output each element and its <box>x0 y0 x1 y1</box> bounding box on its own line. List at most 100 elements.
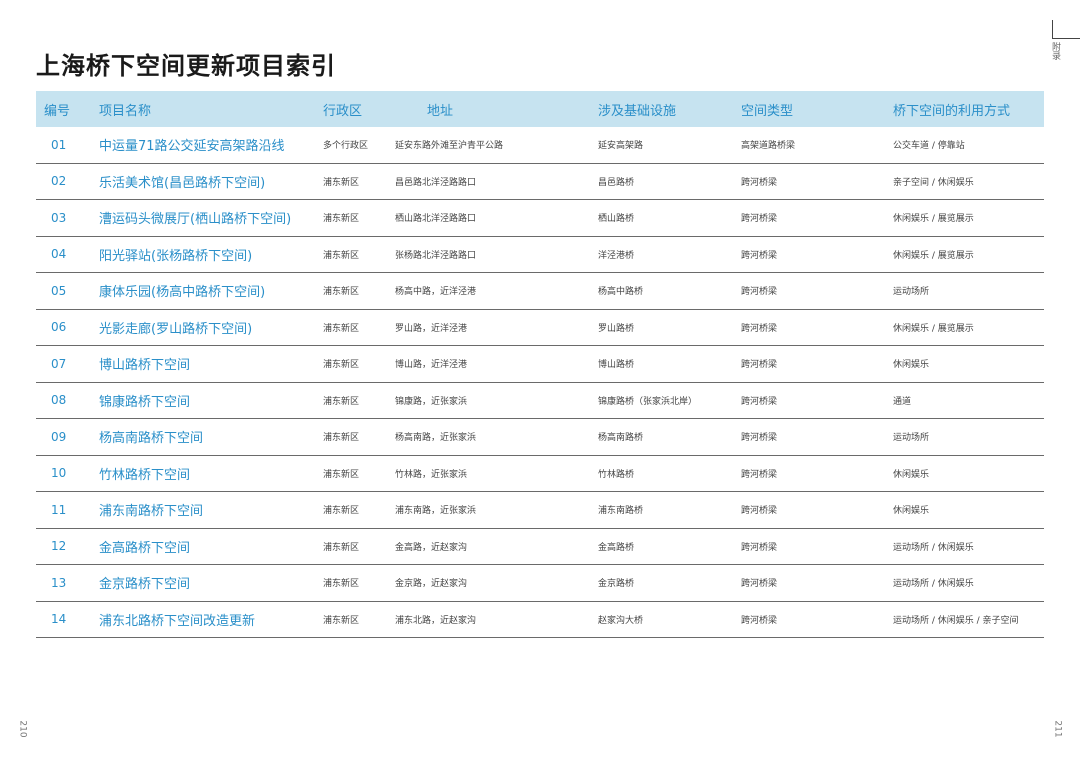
table-row: 09 杨高南路桥下空间 浦东新区 杨高南路，近张家浜 杨高南路桥 跨河桥梁 运动场所 <box>36 418 1044 456</box>
cell-number: 12 <box>36 528 91 565</box>
cell-project-name: 康体乐园(杨高中路桥下空间) <box>91 272 315 310</box>
section-side-label: 附录 <box>1050 42 1060 60</box>
cell-number: 03 <box>36 199 91 237</box>
cell-project-name: 阳光驿站(张杨路桥下空间) <box>91 236 315 273</box>
cell-number: 07 <box>36 345 91 383</box>
table-row: 03 漕运码头微展厅(栖山路桥下空间) 浦东新区 栖山路北洋泾路路口 栖山路桥 跨河桥梁休… <box>36 199 1044 237</box>
cell-usage: 休闲娱乐 <box>885 491 1044 529</box>
cell-space-type: 跨河桥梁 <box>733 491 885 529</box>
project-index-table: 编号 项目名称 行政区 地址 涉及基础设施 空间类型 桥下空间的利用方式 01 中… <box>36 91 1044 638</box>
cell-infrastructure: 栖山路桥 <box>590 199 733 237</box>
cell-number: 08 <box>36 382 91 419</box>
page-number-left: 210 <box>17 720 28 738</box>
cell-space-type: 跨河桥梁 <box>733 382 885 419</box>
cell-address: 杨高南路，近张家浜 <box>387 418 590 456</box>
cell-district: 浦东新区 <box>315 382 387 419</box>
table-row: 14 浦东北路桥下空间改造更新 浦东新区 浦东北路，近赵家沟 赵家沟大桥 跨河桥梁 运动场所… <box>36 601 1044 638</box>
header-district: 行政区 <box>315 91 387 127</box>
header-infrastructure: 涉及基础设施 <box>590 91 733 127</box>
cell-number: 10 <box>36 455 91 492</box>
cell-district: 浦东新区 <box>315 528 387 565</box>
cell-address: 栖山路北洋泾路路口 <box>387 199 590 237</box>
cell-address: 金京路，近赵家沟 <box>387 564 590 602</box>
cell-project-name: 竹林路桥下空间 <box>91 455 315 492</box>
cell-address: 浦东北路，近赵家沟 <box>387 601 590 638</box>
cell-usage: 休闲娱乐 <box>885 455 1044 492</box>
cell-infrastructure: 赵家沟大桥 <box>590 601 733 638</box>
cell-infrastructure: 昌邑路桥 <box>590 163 733 200</box>
cell-district: 浦东新区 <box>315 272 387 310</box>
cell-usage: 运动场所 / 休闲娱乐 <box>885 528 1044 565</box>
cell-infrastructure: 浦东南路桥 <box>590 491 733 529</box>
cell-space-type: 跨河桥梁 <box>733 309 885 346</box>
cell-usage: 休闲娱乐 <box>885 345 1044 383</box>
cell-project-name: 中运量71路公交延安高架路沿线 <box>91 127 315 164</box>
table-header-row: 编号 项目名称 行政区 地址 涉及基础设施 空间类型 桥下空间的利用方式 <box>36 91 1044 127</box>
cell-usage: 运动场所 <box>885 418 1044 456</box>
cell-address: 锦康路，近张家浜 <box>387 382 590 419</box>
header-space-type: 空间类型 <box>733 91 885 127</box>
table-row: 08 锦康路桥下空间 浦东新区 锦康路，近张家浜 锦康路桥（张家浜北岸） 跨河桥梁 通道 <box>36 382 1044 419</box>
table-row: 05 康体乐园(杨高中路桥下空间) 浦东新区 杨高中路，近洋泾港 杨高中路桥 跨河桥梁 运动… <box>36 272 1044 310</box>
cell-address: 延安东路外滩至沪青平公路 <box>387 127 590 164</box>
cell-usage: 通道 <box>885 382 1044 419</box>
cell-number: 09 <box>36 418 91 456</box>
cell-space-type: 跨河桥梁 <box>733 601 885 638</box>
cell-infrastructure: 杨高南路桥 <box>590 418 733 456</box>
cell-number: 06 <box>36 309 91 346</box>
cell-infrastructure: 罗山路桥 <box>590 309 733 346</box>
page-number-right: 211 <box>1052 720 1063 738</box>
page-title: 上海桥下空间更新项目索引 <box>36 52 336 80</box>
cell-usage: 亲子空间 / 休闲娱乐 <box>885 163 1044 200</box>
cell-space-type: 跨河桥梁 <box>733 163 885 200</box>
cell-space-type: 高架道路桥梁 <box>733 127 885 164</box>
header-usage: 桥下空间的利用方式 <box>885 91 1044 127</box>
cell-project-name: 光影走廊(罗山路桥下空间) <box>91 309 315 346</box>
cell-project-name: 浦东南路桥下空间 <box>91 491 315 529</box>
header-address: 地址 <box>387 91 590 127</box>
cell-district: 浦东新区 <box>315 601 387 638</box>
cell-space-type: 跨河桥梁 <box>733 199 885 237</box>
cell-infrastructure: 延安高架路 <box>590 127 733 164</box>
cell-district: 浦东新区 <box>315 455 387 492</box>
cell-infrastructure: 竹林路桥 <box>590 455 733 492</box>
cell-infrastructure: 金高路桥 <box>590 528 733 565</box>
cell-number: 14 <box>36 601 91 638</box>
table-row: 01 中运量71路公交延安高架路沿线 多个行政区 延安东路外滩至沪青平公路 延安高架路高… <box>36 127 1044 164</box>
cell-district: 浦东新区 <box>315 163 387 200</box>
cell-usage: 运动场所 / 休闲娱乐 / 亲子空间 <box>885 601 1044 638</box>
cell-district: 多个行政区 <box>315 127 387 164</box>
cell-space-type: 跨河桥梁 <box>733 236 885 273</box>
cell-number: 02 <box>36 163 91 200</box>
cell-number: 13 <box>36 564 91 602</box>
cell-number: 04 <box>36 236 91 273</box>
cell-district: 浦东新区 <box>315 199 387 237</box>
cell-usage: 运动场所 <box>885 272 1044 310</box>
cell-project-name: 浦东北路桥下空间改造更新 <box>91 601 315 638</box>
cell-infrastructure: 锦康路桥（张家浜北岸） <box>590 382 733 419</box>
cell-space-type: 跨河桥梁 <box>733 564 885 602</box>
cell-project-name: 锦康路桥下空间 <box>91 382 315 419</box>
cell-project-name: 博山路桥下空间 <box>91 345 315 383</box>
table-row: 02 乐活美术馆(昌邑路桥下空间) 浦东新区 昌邑路北洋泾路路口 昌邑路桥 跨河桥梁 亲子空… <box>36 163 1044 200</box>
cell-address: 昌邑路北洋泾路路口 <box>387 163 590 200</box>
header-project-name: 项目名称 <box>91 91 315 127</box>
table-body: 01 中运量71路公交延安高架路沿线 多个行政区 延安东路外滩至沪青平公路 延安高架路高… <box>36 127 1044 638</box>
cell-project-name: 金高路桥下空间 <box>91 528 315 565</box>
cell-project-name: 杨高南路桥下空间 <box>91 418 315 456</box>
cell-address: 金高路，近赵家沟 <box>387 528 590 565</box>
cell-district: 浦东新区 <box>315 236 387 273</box>
cell-number: 01 <box>36 127 91 164</box>
cell-project-name: 金京路桥下空间 <box>91 564 315 602</box>
corner-divider-horizontal <box>1052 38 1080 39</box>
table-row: 13 金京路桥下空间 浦东新区 金京路，近赵家沟 金京路桥 跨河桥梁 运动场所 / 休闲娱乐 <box>36 564 1044 602</box>
cell-infrastructure: 博山路桥 <box>590 345 733 383</box>
cell-infrastructure: 金京路桥 <box>590 564 733 602</box>
table-row: 11 浦东南路桥下空间 浦东新区 浦东南路，近张家浜 浦东南路桥 跨河桥梁 休闲娱乐 <box>36 491 1044 529</box>
corner-divider <box>1052 20 1053 38</box>
cell-usage: 休闲娱乐 / 展览展示 <box>885 199 1044 237</box>
cell-district: 浦东新区 <box>315 491 387 529</box>
cell-project-name: 漕运码头微展厅(栖山路桥下空间) <box>91 199 315 237</box>
header-number: 编号 <box>36 91 91 127</box>
cell-usage: 公交车道 / 停靠站 <box>885 127 1044 164</box>
